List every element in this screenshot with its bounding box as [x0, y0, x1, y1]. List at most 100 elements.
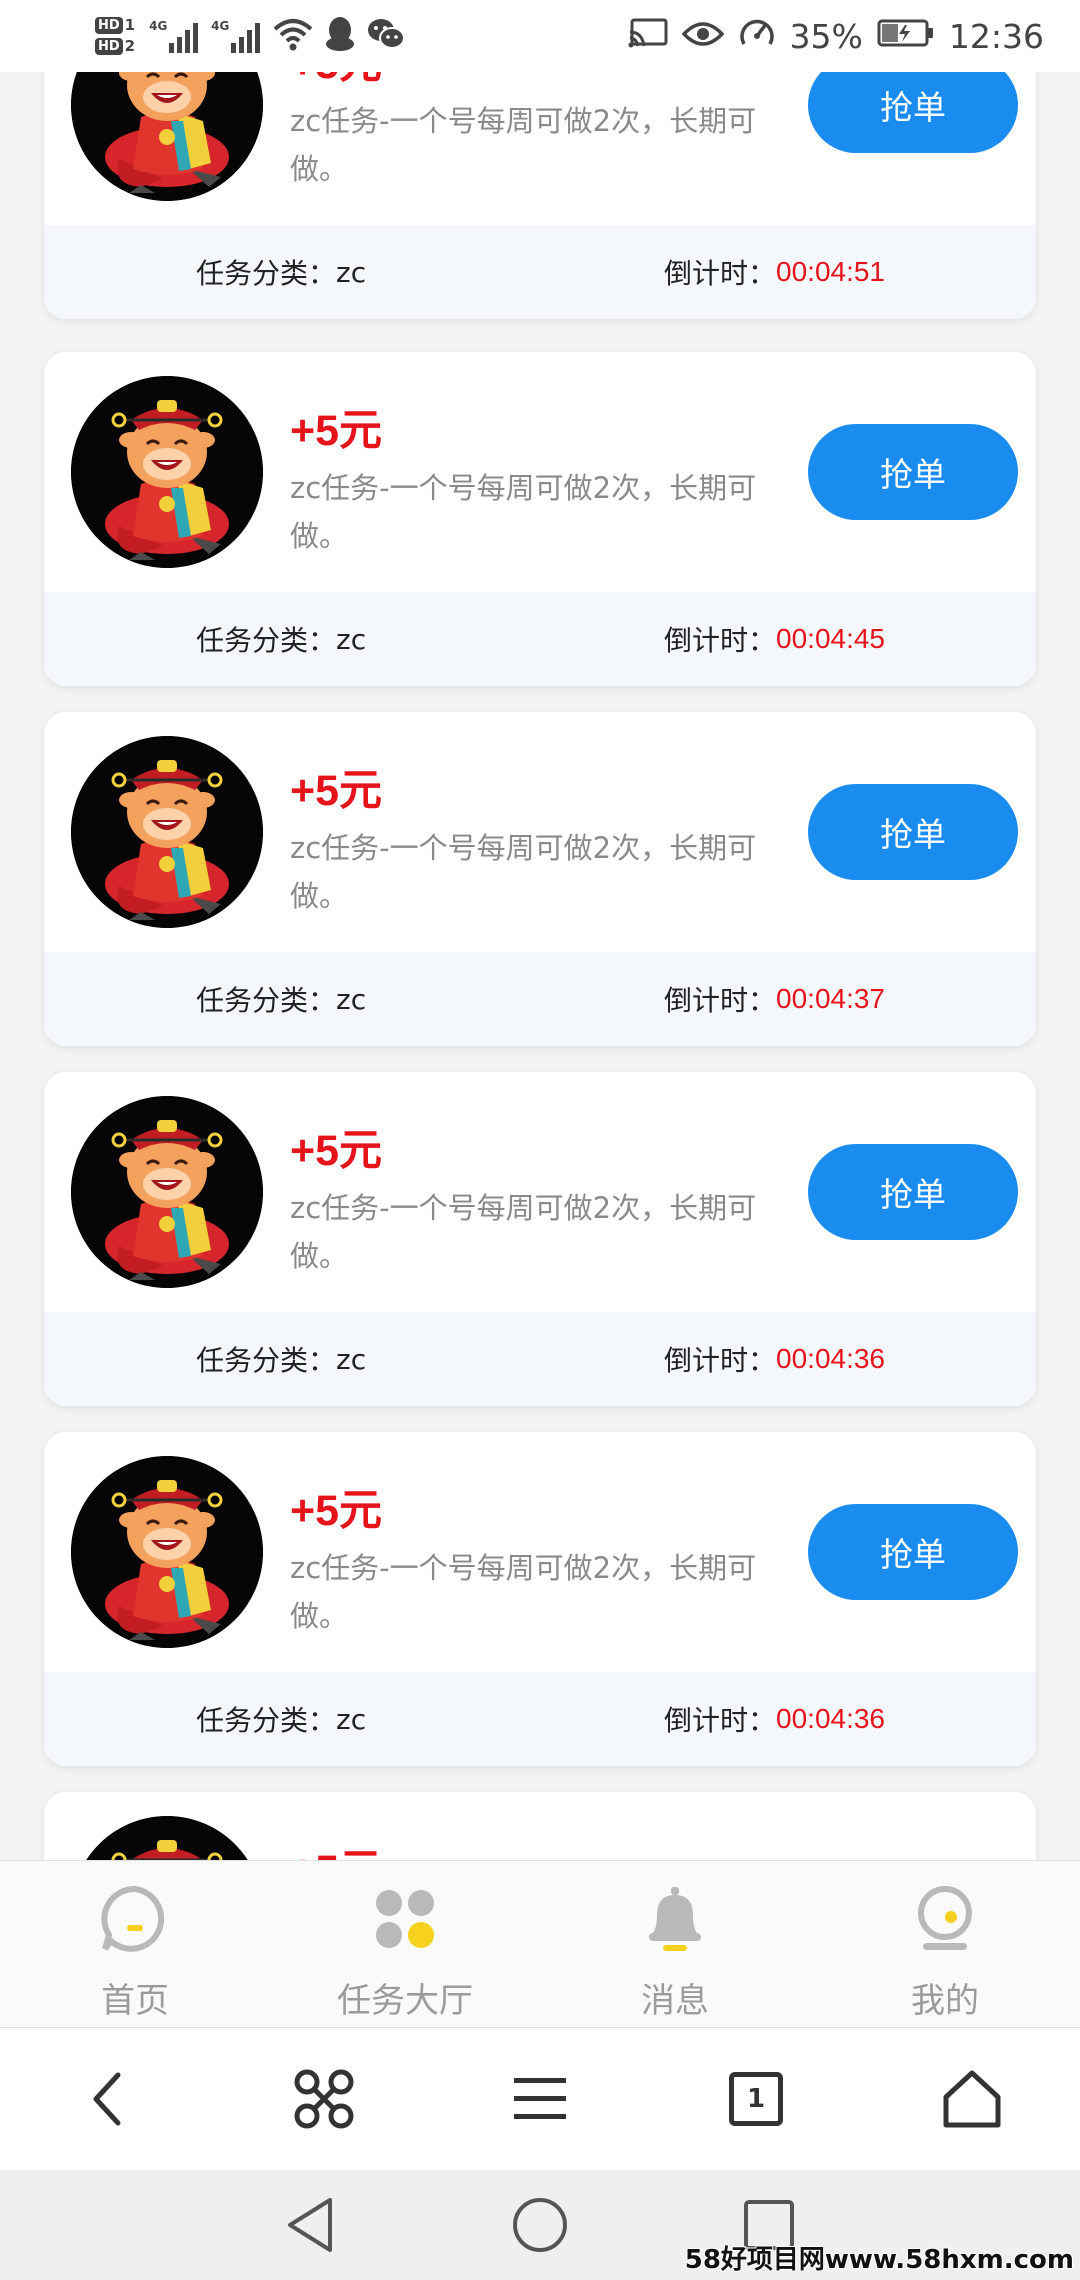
task-avatar	[71, 1456, 263, 1648]
task-avatar	[71, 736, 263, 928]
tab-label: 消息	[641, 1981, 709, 2021]
grab-order-button[interactable]: 抢单	[808, 72, 1018, 153]
clock: 12:36	[948, 16, 1044, 56]
category-value: zc	[336, 982, 367, 1016]
profile-icon	[918, 1886, 972, 1950]
task-category: 任务分类： zc	[196, 592, 366, 686]
browser-tabs-button[interactable]: 1	[716, 2059, 796, 2139]
browser-back-button[interactable]	[68, 2059, 148, 2139]
countdown-value: 00:04:36	[776, 1343, 886, 1374]
status-bar: HD 1 HD 2 4G 4G 35% 12:36	[0, 0, 1080, 72]
tab-messages[interactable]: 消息	[540, 1861, 810, 2029]
task-description: zc任务-一个号每周可做2次，长期可做。	[290, 1551, 757, 1633]
countdown-label: 倒计时：	[664, 1704, 777, 1737]
countdown-value: 00:04:36	[776, 1703, 886, 1734]
tab-label: 首页	[101, 1981, 169, 2021]
command-icon	[294, 2069, 354, 2129]
tabs-icon: 1	[729, 2072, 783, 2126]
task-countdown: 倒计时： 00:04:45	[664, 592, 885, 686]
task-avatar	[71, 376, 263, 568]
task-category: 任务分类： zc	[196, 225, 366, 319]
task-reward: +5元	[290, 1836, 382, 1860]
task-card: +5元 zc任务-一个号每周可做2次，长期可做。 抢单 任务分类：zc 倒计时：…	[44, 712, 1036, 1046]
sim2-badge: HD 2	[95, 38, 135, 55]
status-left: HD 1 HD 2 4G 4G	[95, 4, 406, 68]
task-description: zc任务-一个号每周可做2次，长期可做。	[290, 104, 757, 186]
sim-badges: HD 1 HD 2	[95, 17, 135, 55]
task-footer: 任务分类： zc 倒计时： 00:04:51	[44, 225, 1036, 319]
watermark: 58好项目网www.58hxm.com	[684, 2245, 1074, 2275]
hd-label: HD	[95, 38, 123, 55]
category-label: 任务分类：	[196, 1704, 337, 1737]
tab-label: 我的	[911, 1981, 979, 2021]
task-list[interactable]: +5元 zc任务-一个号每周可做2次，长期可做。 抢单 任务分类：zc 倒计时：…	[0, 72, 1080, 1860]
category-value: zc	[336, 1342, 367, 1376]
category-value: zc	[336, 622, 367, 656]
countdown-label: 倒计时：	[664, 257, 777, 290]
speed-icon	[738, 14, 776, 58]
countdown-value: 00:04:45	[776, 623, 886, 654]
bell-icon	[649, 1887, 701, 1951]
category-value: zc	[336, 1702, 367, 1736]
grab-order-button[interactable]: 抢单	[808, 784, 1018, 880]
qq-icon	[323, 16, 357, 56]
task-card: +5元	[44, 1792, 1036, 1860]
grab-order-button[interactable]: 抢单	[808, 424, 1018, 520]
task-card: +5元 zc任务-一个号每周可做2次，长期可做。 抢单 任务分类：zc 倒计时：…	[44, 1432, 1036, 1766]
browser-home-button[interactable]	[932, 2059, 1012, 2139]
task-description: zc任务-一个号每周可做2次，长期可做。	[290, 1191, 757, 1273]
task-countdown: 倒计时： 00:04:51	[664, 225, 885, 319]
task-description: zc任务-一个号每周可做2次，长期可做。	[290, 471, 757, 553]
task-reward: +5元	[290, 407, 383, 455]
network-type: 4G	[149, 19, 168, 33]
task-countdown: 倒计时： 00:04:37	[664, 952, 885, 1046]
nav-home-icon[interactable]	[509, 2194, 571, 2256]
menu-icon	[514, 2078, 566, 2119]
task-description: zc任务-一个号每周可做2次，长期可做。	[290, 831, 757, 913]
status-right: 35% 12:36	[628, 0, 1044, 72]
tab-task-hall[interactable]: 任务大厅	[270, 1861, 540, 2029]
category-value: zc	[336, 255, 367, 289]
bottom-tab-bar: 首页 任务大厅 消息 我的	[0, 1860, 1080, 2028]
wifi-icon	[273, 17, 313, 55]
home-icon	[943, 2070, 1001, 2128]
signal-icon: 4G	[149, 19, 201, 53]
task-countdown: 倒计时： 00:04:36	[664, 1312, 885, 1406]
category-label: 任务分类：	[196, 1344, 337, 1377]
grab-order-button[interactable]: 抢单	[808, 1504, 1018, 1600]
task-avatar	[71, 1096, 263, 1288]
home-chat-icon	[101, 1885, 165, 1952]
countdown-value: 00:04:51	[776, 256, 886, 287]
battery-percent: 35%	[789, 16, 863, 56]
countdown-label: 倒计时：	[664, 984, 777, 1017]
tab-label: 任务大厅	[337, 1981, 473, 2021]
sim-index: 2	[124, 37, 136, 55]
browser-feature-button[interactable]	[284, 2059, 364, 2139]
sim1-badge: HD 1	[95, 17, 135, 34]
tab-profile[interactable]: 我的	[810, 1861, 1080, 2029]
tab-home[interactable]: 首页	[0, 1861, 270, 2029]
task-avatar	[71, 72, 263, 201]
task-category: 任务分类： zc	[196, 1312, 366, 1406]
task-reward: +5元	[290, 72, 382, 91]
network-type: 4G	[211, 19, 230, 33]
sim-index: 1	[124, 16, 136, 34]
task-countdown: 倒计时： 00:04:36	[664, 1672, 885, 1766]
countdown-label: 倒计时：	[664, 624, 777, 657]
hd-label: HD	[95, 17, 123, 34]
task-footer: 任务分类： zc 倒计时： 00:04:45	[44, 592, 1036, 686]
task-hall-icon	[376, 1890, 434, 1948]
wechat-icon	[367, 17, 406, 55]
grab-order-button[interactable]: 抢单	[808, 1144, 1018, 1240]
browser-menu-button[interactable]	[500, 2059, 580, 2139]
task-category: 任务分类： zc	[196, 952, 366, 1046]
system-nav-bar: 58好项目网www.58hxm.com	[0, 2170, 1080, 2280]
category-label: 任务分类：	[196, 984, 337, 1017]
task-avatar	[71, 1816, 263, 1860]
category-label: 任务分类：	[196, 624, 337, 657]
task-reward: +5元	[290, 767, 383, 815]
task-reward: +5元	[290, 1127, 383, 1175]
battery-icon	[877, 17, 935, 56]
task-card: +5元 zc任务-一个号每周可做2次，长期可做。 抢单 任务分类：zc 倒计时：…	[44, 352, 1036, 686]
nav-back-icon[interactable]	[280, 2194, 342, 2256]
